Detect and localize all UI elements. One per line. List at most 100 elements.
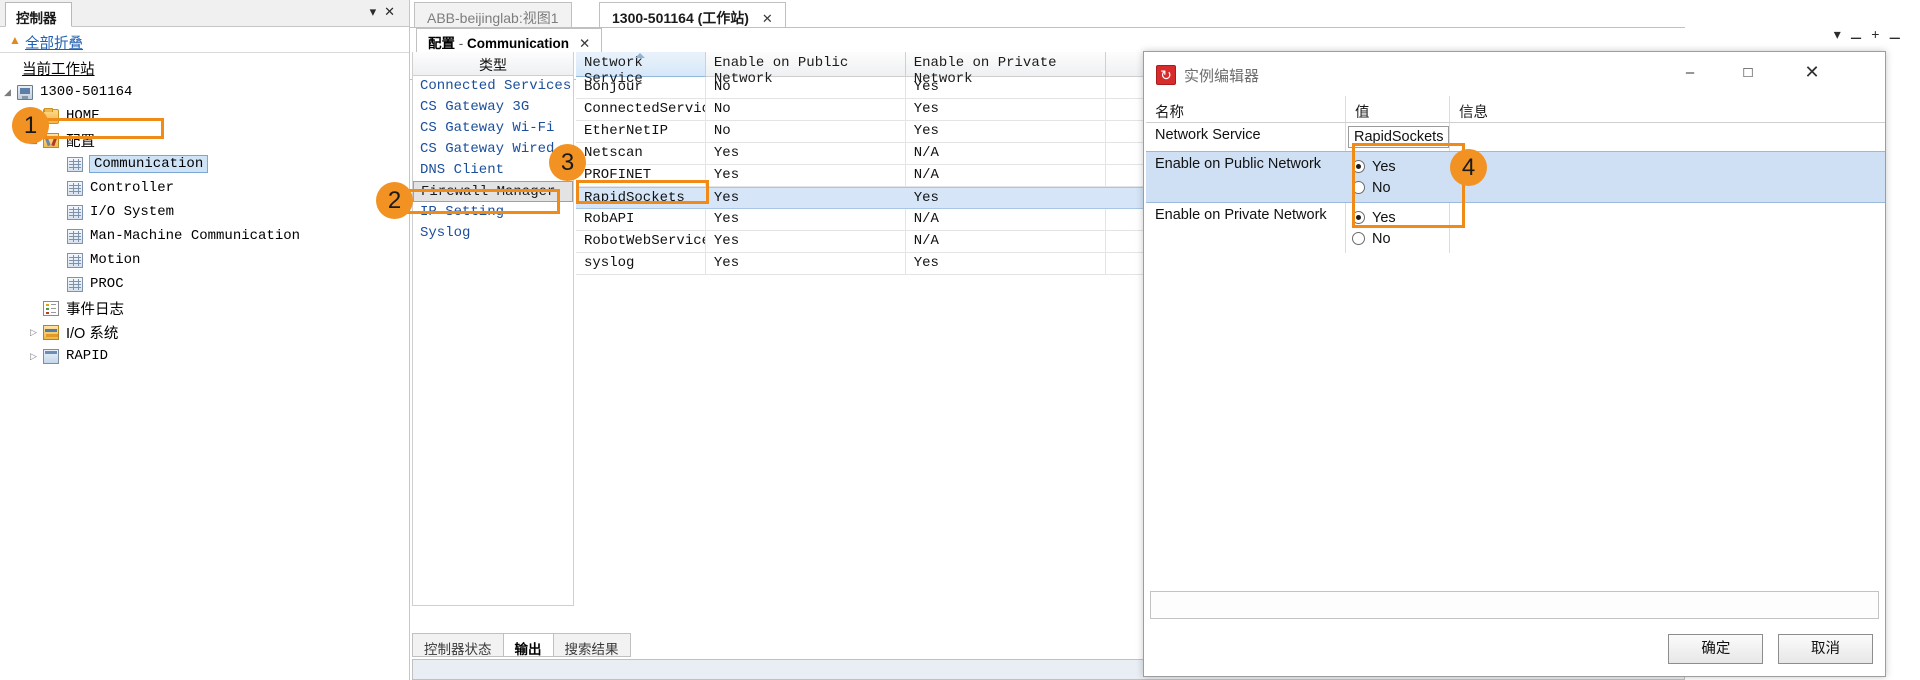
dialog-row[interactable]: Enable on Public Network Yes No [1146, 151, 1885, 203]
controller-panel-window-controls[interactable]: ▾✕ [370, 4, 403, 20]
grid-cell-service: EtherNetIP [576, 121, 706, 142]
tree-item-rapid[interactable]: ▷ RAPID [0, 344, 409, 368]
dialog-row-value[interactable]: Yes No [1346, 203, 1450, 253]
dialog-radio-group: Yes No [1346, 152, 1449, 202]
dialog-radio-option[interactable]: Yes [1352, 156, 1449, 177]
grid-cell-service: RobotWebServices [576, 231, 706, 252]
dialog-ok-button[interactable]: 确定 [1668, 634, 1764, 664]
grid-cell-public: Yes [706, 188, 906, 208]
radio-button-icon[interactable] [1352, 232, 1365, 245]
type-item-cs-gateway-wi-fi[interactable]: CS Gateway Wi-Fi [413, 118, 573, 139]
radio-button-icon[interactable] [1352, 211, 1365, 224]
grid-cell-public: Yes [706, 165, 906, 186]
tree-item-1300-501164[interactable]: ◢ 1300-501164 [0, 80, 409, 104]
inner-tab-prefix: 配置 [428, 36, 455, 51]
grid-cell-private: N/A [906, 231, 1106, 252]
grid-cell-service: ConnectedServices [576, 99, 706, 120]
tree-item-i-o-system[interactable]: I/O System [0, 200, 409, 224]
expander-icon[interactable]: ▷ [28, 327, 39, 338]
dialog-minimize-icon[interactable]: – [1673, 60, 1707, 86]
tree-item-label: RAPID [66, 348, 109, 364]
dialog-radio-option[interactable]: No [1352, 177, 1449, 198]
bottom-tab-0[interactable]: 控制器状态 [412, 633, 504, 657]
tree-item-man-machine-communication[interactable]: Man-Machine Communication [0, 224, 409, 248]
tree-item-i-o[interactable]: ▷ I/O 系统 [0, 320, 409, 344]
instance-editor-icon: ↻ [1156, 65, 1176, 85]
dialog-titlebar: ↻ 实例编辑器 – □ ✕ [1144, 52, 1885, 96]
document-tab-station-close-icon[interactable]: ✕ [762, 11, 773, 26]
dialog-maximize-icon[interactable]: □ [1731, 60, 1765, 86]
bottom-tab-1[interactable]: 输出 [502, 633, 554, 657]
document-tab-station[interactable]: 1300-501164 (工作站) ✕ [599, 2, 786, 28]
grid-cell-service: Netscan [576, 143, 706, 164]
tree-item-proc[interactable]: PROC [0, 272, 409, 296]
io-system-icon [43, 324, 59, 340]
dialog-row[interactable]: Network Service RapidSockets [1146, 123, 1885, 151]
dialog-value-field[interactable]: RapidSockets [1348, 126, 1450, 148]
type-item-ip-setting[interactable]: IP Setting [413, 202, 573, 223]
grid-cell-public: No [706, 99, 906, 120]
grid-cell-service: RobAPI [576, 209, 706, 230]
grid-header-private-network[interactable]: Enable on Private Network [905, 52, 1106, 87]
tree-item-[interactable]: 事件日志 [0, 296, 409, 320]
dialog-title-label: 实例编辑器 [1184, 68, 1260, 85]
grid-cell-private: Yes [906, 188, 1106, 208]
type-item-firewall-manager[interactable]: Firewall Manager [413, 181, 573, 202]
type-item-cs-gateway-3g[interactable]: CS Gateway 3G [413, 97, 573, 118]
tree-item-controller[interactable]: Controller [0, 176, 409, 200]
collapse-all-bar: ▲ 全部折叠 [0, 29, 409, 53]
grid-cell-service: PROFINET [576, 165, 706, 186]
tree-item-label: PROC [90, 276, 124, 292]
dialog-cancel-button[interactable]: 取消 [1778, 634, 1873, 664]
radio-button-icon[interactable] [1352, 160, 1365, 173]
type-list-header: 类型 [413, 52, 573, 76]
bottom-tab-2[interactable]: 搜索结果 [552, 633, 631, 657]
collapse-all-link[interactable]: 全部折叠 [25, 32, 83, 53]
expander-icon[interactable]: ◢ [2, 87, 13, 98]
dialog-radio-option[interactable]: No [1352, 228, 1449, 249]
tree-item-label: Motion [90, 252, 141, 268]
grid-cell-private: N/A [906, 209, 1106, 230]
grid-cell-private: Yes [906, 253, 1106, 274]
grid-header-network-service[interactable]: Network Service [576, 52, 706, 87]
tree-item-label: Communication [88, 155, 209, 173]
dialog-row[interactable]: Enable on Private Network Yes No [1146, 203, 1885, 253]
table-icon [67, 180, 83, 196]
annotation-badge-4: 4 [1450, 149, 1487, 186]
grid-cell-private: N/A [906, 143, 1106, 164]
expander-icon[interactable]: ▷ [28, 351, 39, 362]
inner-tab-configuration[interactable]: 配置 - Communication ✕ [416, 28, 603, 52]
dialog-radio-option[interactable]: Yes [1352, 207, 1449, 228]
grid-cell-private: Yes [906, 121, 1106, 142]
grid-cell-service: syslog [576, 253, 706, 274]
tree-item-[interactable]: ◢配置 [0, 128, 409, 152]
main-window-controls[interactable]: ▾⚊+⚊ [1834, 26, 1910, 43]
type-item-syslog[interactable]: Syslog [413, 223, 573, 244]
document-tab-station-label: 1300-501164 (工作站) [612, 10, 749, 26]
dialog-radio-group: Yes No [1346, 203, 1449, 253]
table-icon [67, 252, 83, 268]
dialog-header-info: 信息 [1450, 96, 1883, 122]
sort-ascending-icon [635, 53, 646, 58]
tree-item-home[interactable]: ▷HOME [0, 104, 409, 128]
inner-tab-close-icon[interactable]: ✕ [579, 36, 590, 51]
tree-item-communication[interactable]: Communication [0, 152, 409, 176]
tree-item-label: 事件日志 [66, 301, 124, 318]
document-tab-view1[interactable]: ABB-beijinglab:视图1 [414, 2, 572, 28]
type-item-connected-services[interactable]: Connected Services [413, 76, 573, 97]
tree-item-motion[interactable]: Motion [0, 248, 409, 272]
app-window: 控制器 ▾✕ ▲ 全部折叠 当前工作站 ◢1300-501164▷HOME◢配置… [0, 0, 1920, 680]
dialog-close-icon[interactable]: ✕ [1795, 60, 1829, 86]
radio-button-icon[interactable] [1352, 181, 1365, 194]
dialog-row-value[interactable]: RapidSockets [1346, 123, 1450, 151]
tab-controller[interactable]: 控制器 [5, 2, 72, 27]
tree-item-label: Man-Machine Communication [90, 228, 301, 244]
dialog-row-value[interactable]: Yes No [1346, 152, 1450, 202]
grid-cell-public: Yes [706, 209, 906, 230]
tree-item-label: Controller [90, 180, 175, 196]
grid-header-public-network[interactable]: Enable on Public Network [705, 52, 906, 87]
dialog-radio-label: No [1372, 230, 1391, 247]
collapse-all-icon: ▲ [9, 33, 21, 47]
